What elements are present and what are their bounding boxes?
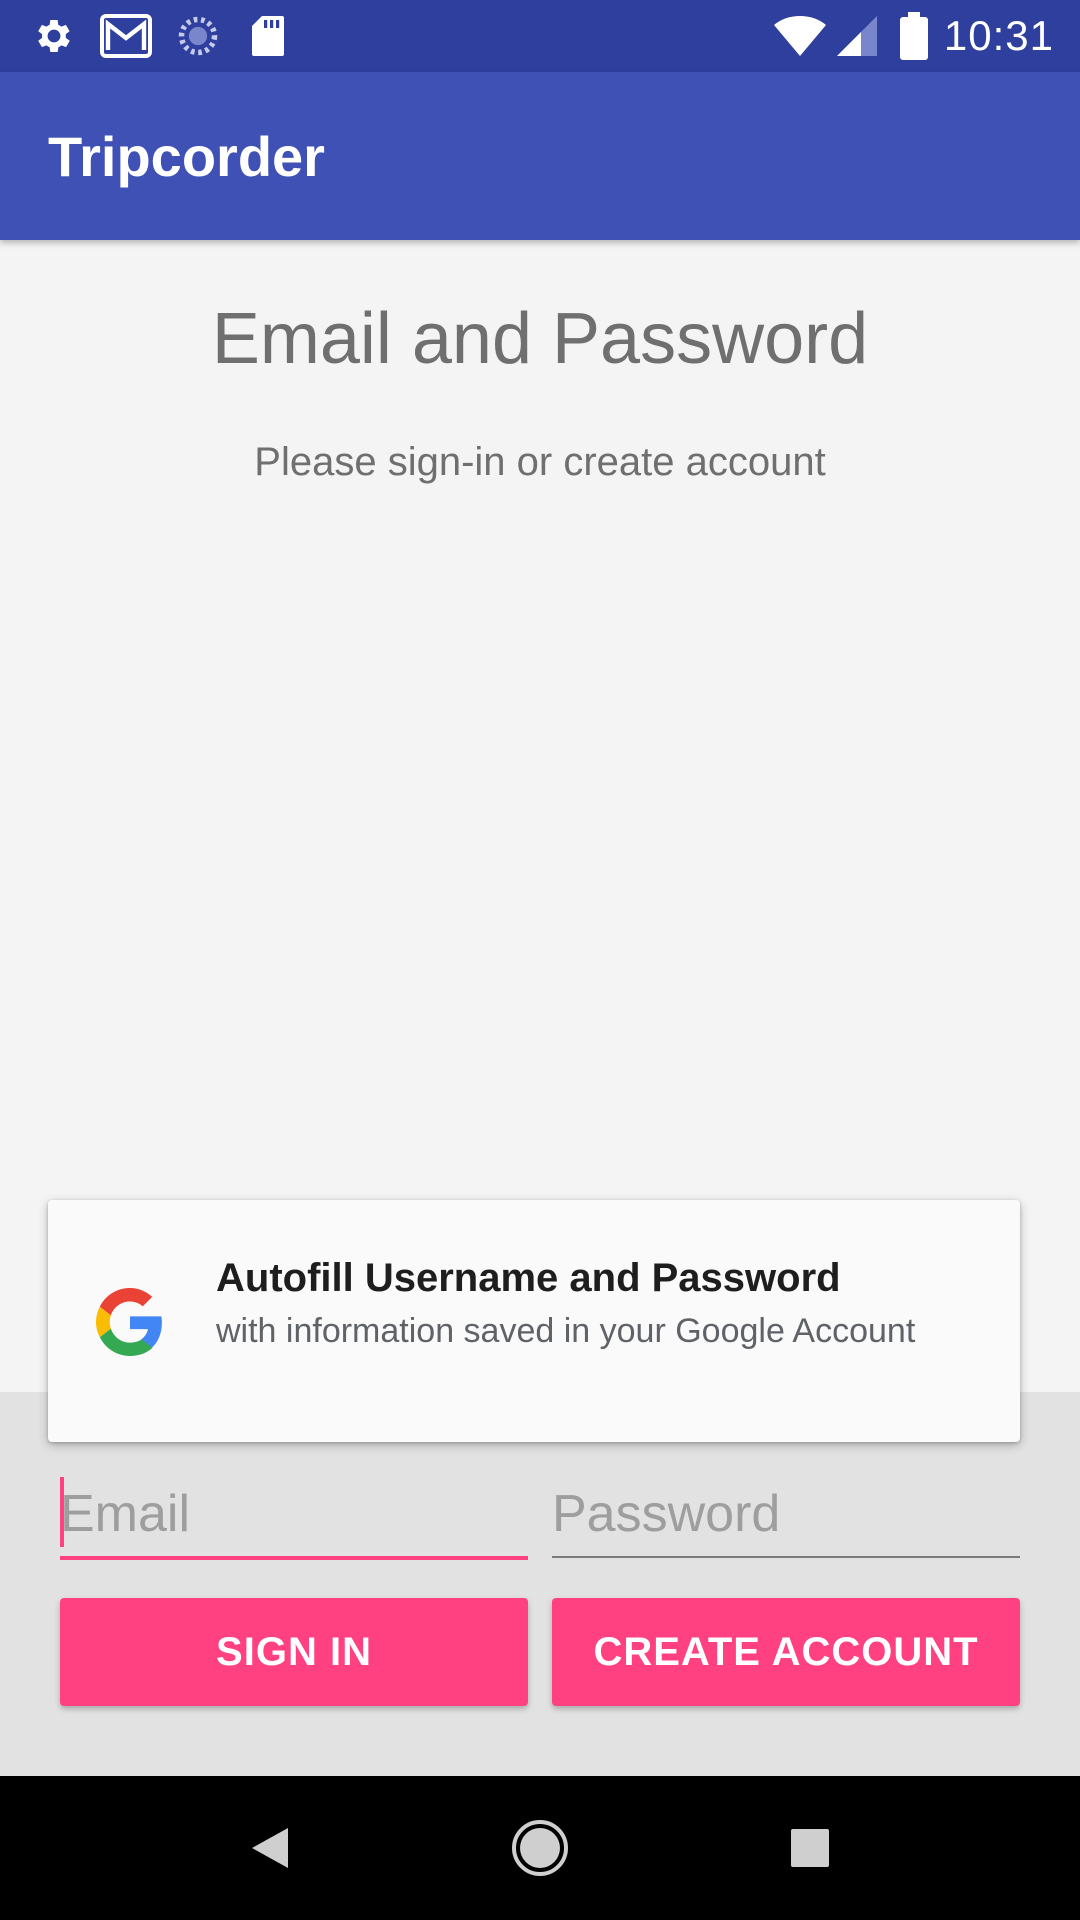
app-bar: Tripcorder [0, 72, 1080, 240]
signal-icon [832, 0, 882, 72]
create-account-button[interactable]: CREATE ACCOUNT [552, 1598, 1020, 1706]
autofill-suggestion[interactable]: Autofill Username and Password with info… [48, 1200, 1020, 1442]
clock: 10:31 [943, 12, 1054, 59]
back-icon[interactable] [190, 1776, 350, 1920]
autofill-description: with information saved in your Google Ac… [216, 1312, 916, 1350]
password-field[interactable] [552, 1472, 1020, 1558]
email-field[interactable] [60, 1472, 528, 1560]
settings-icon [30, 0, 78, 72]
status-bar: 10:31 [0, 0, 1080, 72]
battery-icon [896, 0, 932, 72]
sign-in-panel [0, 1392, 1080, 1776]
sd-card-icon [246, 0, 290, 72]
navigation-bar [0, 1776, 1080, 1920]
home-icon[interactable] [460, 1776, 620, 1920]
recents-icon[interactable] [730, 1776, 890, 1920]
sync-icon [174, 0, 222, 72]
wifi-icon [772, 0, 828, 72]
google-logo-icon [96, 1288, 164, 1356]
page-subtitle: Please sign-in or create account [254, 440, 826, 484]
app-title: Tripcorder [48, 124, 325, 188]
text-cursor [60, 1477, 64, 1547]
page-title: Email and Password [211, 299, 869, 379]
gmail-icon [98, 0, 154, 72]
autofill-title: Autofill Username and Password [216, 1256, 841, 1300]
sign-in-button[interactable]: SIGN IN [60, 1598, 528, 1706]
